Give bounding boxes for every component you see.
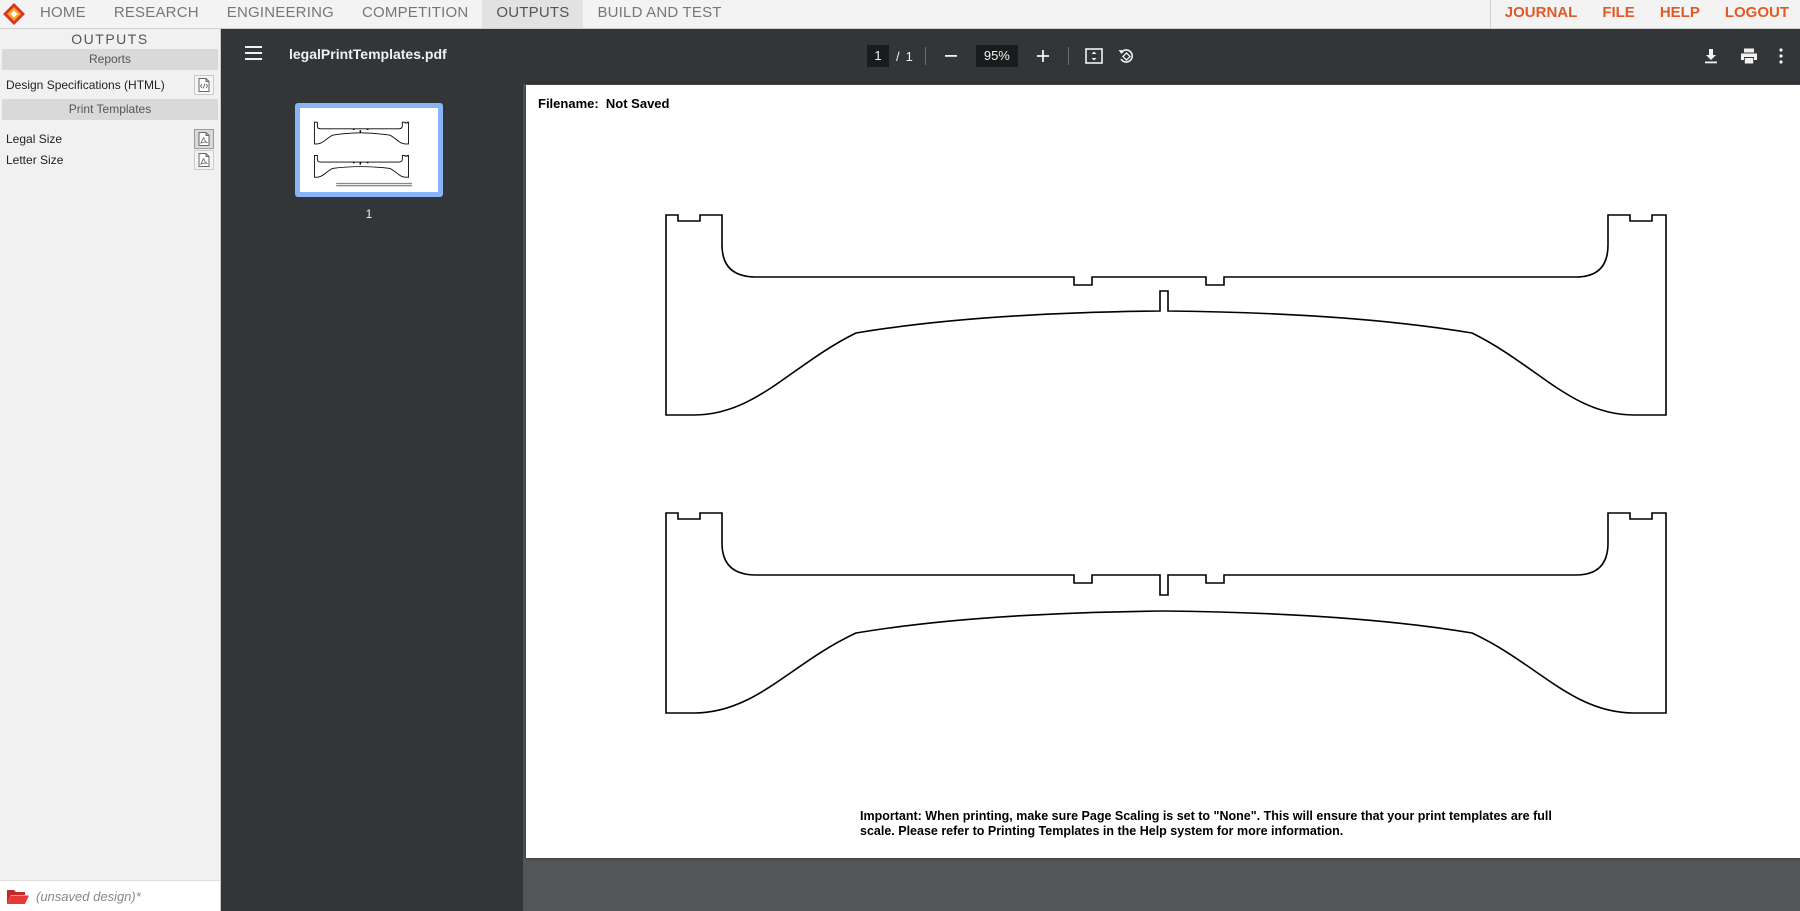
panel-title: OUTPUTS: [71, 31, 149, 47]
outputs-panel: OUTPUTS Reports Design Specifications (H…: [0, 29, 221, 911]
main-nav: HOME RESEARCH ENGINEERING COMPETITION OU…: [26, 0, 736, 28]
template-item-letter-size: Letter Size: [0, 150, 220, 171]
account-nav: JOURNAL FILE HELP LOGOUT: [1489, 0, 1800, 28]
minus-icon: [944, 55, 957, 57]
reports-section-header: Reports: [2, 49, 218, 70]
html-file-icon: [198, 78, 210, 92]
open-html-report-button[interactable]: [194, 75, 214, 95]
toolbar-divider: [924, 47, 926, 65]
thumbnail-page-number: 1: [365, 207, 373, 221]
zoom-out-button[interactable]: [938, 43, 964, 69]
download-button[interactable]: [1698, 43, 1724, 69]
template-shape-top: [665, 214, 1667, 416]
template-item-legal-size: Legal Size: [0, 129, 220, 150]
pdf-page: Filename: Not Saved Important: When prin…: [526, 85, 1800, 858]
page-number-input[interactable]: 1: [867, 45, 889, 67]
nav-engineering[interactable]: ENGINEERING: [213, 0, 348, 28]
report-item-design-specifications: Design Specifications (HTML): [0, 73, 220, 97]
pdf-viewer: legalPrintTemplates.pdf 1 / 1 95% 1 File…: [221, 29, 1800, 911]
print-icon: [1741, 48, 1757, 64]
nav-file[interactable]: FILE: [1588, 0, 1646, 28]
toolbar-divider: [1067, 47, 1069, 65]
open-legal-template-button[interactable]: [194, 129, 214, 149]
print-button[interactable]: [1736, 43, 1762, 69]
design-status-bar: (unsaved design)*: [0, 880, 220, 911]
thumbnail-sidebar: 1: [221, 84, 523, 911]
nav-help[interactable]: HELP: [1646, 0, 1711, 28]
top-nav-bar: HOME RESEARCH ENGINEERING COMPETITION OU…: [0, 0, 1800, 29]
rotate-icon: [1118, 49, 1133, 63]
template-item-label: Letter Size: [6, 153, 64, 167]
nav-home[interactable]: HOME: [26, 0, 100, 28]
open-letter-template-button[interactable]: [194, 150, 214, 170]
nav-journal[interactable]: JOURNAL: [1491, 0, 1589, 28]
rotate-button[interactable]: [1113, 43, 1139, 69]
current-design-name: (unsaved design)*: [36, 889, 141, 904]
download-icon: [1705, 49, 1717, 64]
template-shapes: [665, 214, 1667, 714]
more-vert-icon: [1779, 48, 1783, 64]
more-options-button[interactable]: [1774, 43, 1788, 69]
pdf-file-icon: [198, 132, 210, 146]
template-shape-bottom: [665, 512, 1667, 714]
plus-icon: [1036, 50, 1049, 62]
menu-icon[interactable]: [245, 46, 263, 60]
app-logo-icon[interactable]: [2, 2, 26, 26]
template-item-label: Legal Size: [6, 132, 63, 146]
pdf-file-icon: [198, 153, 210, 167]
print-templates-section-header: Print Templates: [2, 99, 218, 120]
zoom-input[interactable]: 95%: [975, 45, 1018, 67]
pdf-toolbar: legalPrintTemplates.pdf 1 / 1 95%: [221, 29, 1800, 84]
nav-competition[interactable]: COMPETITION: [348, 0, 482, 28]
printing-note: Important: When printing, make sure Page…: [860, 809, 1552, 838]
pdf-filename: legalPrintTemplates.pdf: [289, 46, 447, 62]
pdf-actions: [1698, 43, 1788, 69]
zoom-in-button[interactable]: [1030, 43, 1056, 69]
report-item-label: Design Specifications (HTML): [6, 78, 165, 92]
nav-build-and-test[interactable]: BUILD AND TEST: [583, 0, 735, 28]
page-total: 1: [905, 48, 913, 64]
nav-outputs[interactable]: OUTPUTS: [482, 0, 584, 28]
open-folder-icon[interactable]: [6, 888, 30, 905]
page-thumbnail[interactable]: [295, 103, 443, 197]
thumbnail-preview: [300, 108, 438, 192]
fit-to-page-button[interactable]: [1081, 43, 1107, 69]
nav-research[interactable]: RESEARCH: [100, 0, 213, 28]
page-separator: /: [896, 48, 900, 64]
nav-logout[interactable]: LOGOUT: [1711, 0, 1800, 28]
thumbnail-drawing: [313, 121, 413, 187]
fit-page-icon: [1085, 48, 1103, 64]
page-zoom-controls: 1 / 1 95%: [867, 43, 1139, 69]
